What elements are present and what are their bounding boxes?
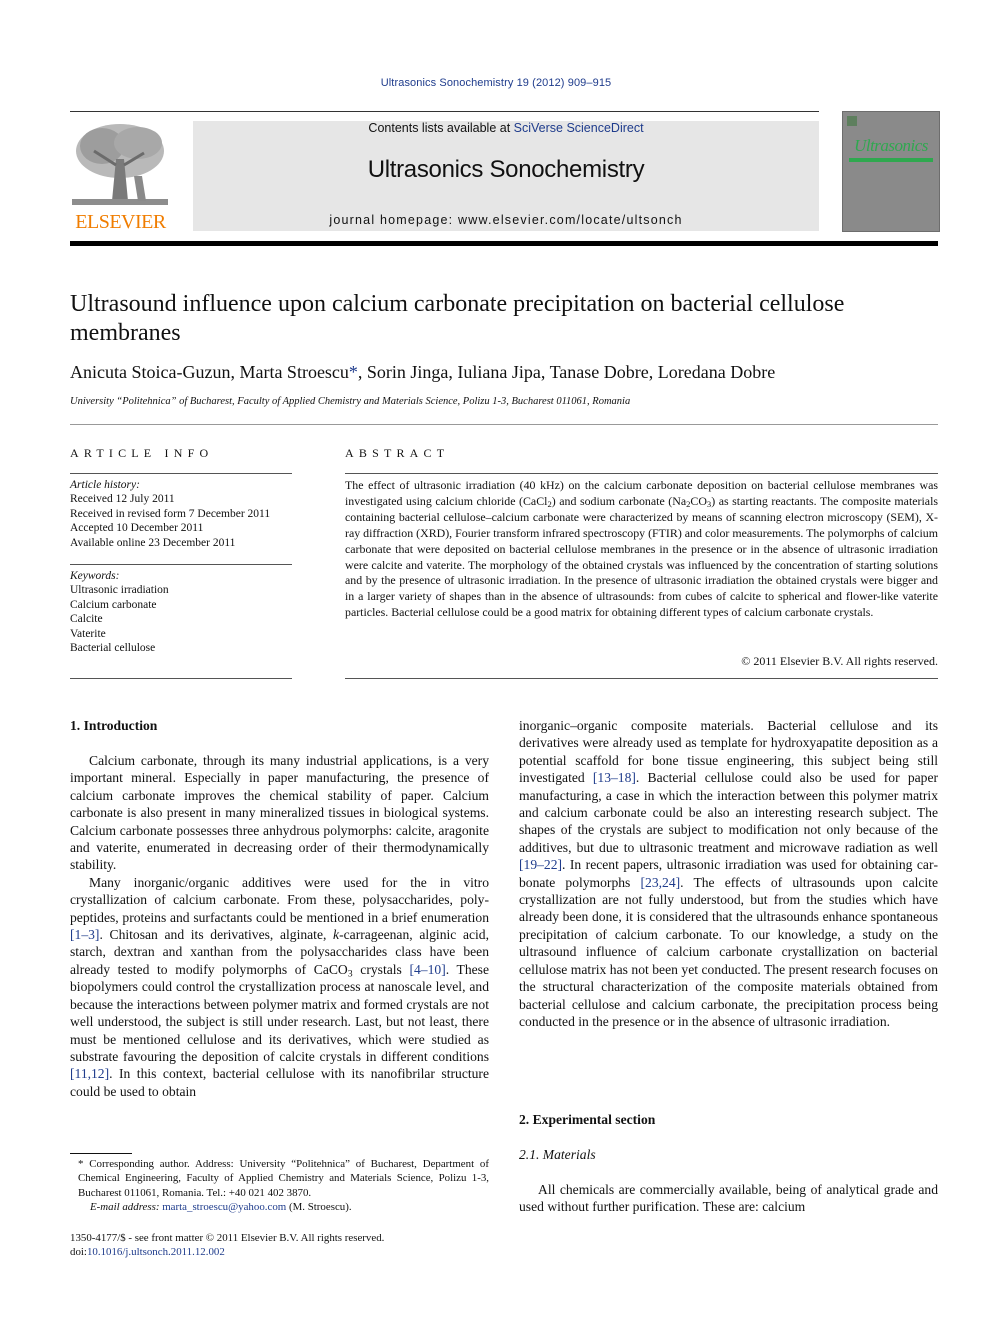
citation-link[interactable]: [23,24] xyxy=(641,875,681,890)
contents-prefix: Contents lists available at xyxy=(368,121,514,135)
email-link[interactable]: marta_stroescu@yahoo.com xyxy=(162,1201,286,1213)
doi-line: doi:10.1016/j.ultsonch.2011.12.002 xyxy=(70,1245,489,1259)
keywords-label: Keywords: xyxy=(70,570,120,582)
keyword-item: Calcium carbonate xyxy=(70,598,157,611)
cover-title: Ultrasonics xyxy=(854,136,928,155)
abstract-bottom-rule xyxy=(345,678,938,679)
article-history: Article history: Received 12 July 2011 R… xyxy=(70,478,300,550)
email-label: E-mail address: xyxy=(90,1201,163,1214)
journal-name: Ultrasonics Sonochemistry xyxy=(367,156,645,183)
corresponding-author-footnote: * Corresponding author. Address: Univers… xyxy=(70,1157,489,1215)
materials-column: All chemicals are commercially available… xyxy=(519,1181,938,1216)
email-suffix: (M. Stroescu). xyxy=(286,1201,352,1214)
homepage-link[interactable]: www.elsevier.com/locate/ultsonch xyxy=(458,213,683,227)
authors-part-1: Anicuta Stoica-Guzun, Marta Stroescu xyxy=(70,362,349,382)
text-run: . The effects of ultrasounds upon calcit… xyxy=(519,874,938,1029)
contents-line: Contents lists available at SciVerse Sci… xyxy=(193,121,819,135)
sciencedirect-link[interactable]: SciVerse ScienceDirect xyxy=(514,121,644,135)
affiliation: University “Politehnica” of Bucharest, F… xyxy=(70,396,631,407)
cover-tree-icon xyxy=(847,116,857,126)
section-heading-introduction: 1. Introduction xyxy=(70,718,158,733)
citation-link[interactable]: [13–18] xyxy=(593,770,636,785)
article-info-rule xyxy=(70,473,292,474)
keywords: Keywords: Ultrasonic irradiation Calcium… xyxy=(70,569,300,655)
elsevier-wordmark: ELSEVIER xyxy=(75,211,166,233)
doi-link[interactable]: 10.1016/j.ultsonch.2011.12.002 xyxy=(87,1246,225,1258)
subsection-heading-materials: 2.1. Materials xyxy=(519,1147,596,1162)
footnote-address: * Corresponding author. Address: Univers… xyxy=(70,1157,489,1200)
elsevier-logo[interactable]: ELSEVIER xyxy=(70,118,171,234)
affiliation-rule xyxy=(70,424,938,425)
homepage-prefix: journal homepage: xyxy=(329,213,459,227)
abstract-part: CO xyxy=(690,493,707,508)
journal-cover-thumbnail[interactable]: Ultrasonics xyxy=(842,111,940,232)
history-accepted: Accepted 10 December 2011 xyxy=(70,522,204,535)
materials-paragraph: All chemicals are commercially available… xyxy=(519,1182,938,1215)
top-rule xyxy=(70,111,819,112)
text-run: . These biopolymers could control the cr… xyxy=(70,961,490,1064)
abstract-copyright: © 2011 Elsevier B.V. All rights reserved… xyxy=(741,654,938,668)
text-run: . In this context, bacterial cellu­lose … xyxy=(70,1066,489,1099)
citation-link[interactable]: [11,12] xyxy=(70,1066,109,1081)
front-matter: 1350-4177/$ - see front matter © 2011 El… xyxy=(70,1231,489,1260)
cover-subtitle-bar xyxy=(849,158,933,162)
elsevier-tree-icon xyxy=(72,121,168,207)
corresponding-author-marker[interactable]: * xyxy=(349,362,358,382)
abstract-rule xyxy=(345,473,938,474)
text-run: crystals xyxy=(352,961,410,977)
citation-link[interactable]: [1–3] xyxy=(70,927,99,942)
keyword-item: Bacterial cellulose xyxy=(70,642,156,655)
citation-link[interactable]: [4–10] xyxy=(409,962,445,977)
intro-paragraph-1: Calcium carbonate, through its many indu… xyxy=(70,753,489,873)
keyword-item: Calcite xyxy=(70,613,103,626)
footnote-email-line: E-mail address: marta_stroescu@yahoo.com… xyxy=(70,1200,489,1214)
journal-masthead: Contents lists available at SciVerse Sci… xyxy=(193,121,819,231)
keyword-item: Vaterite xyxy=(70,627,106,640)
abstract-text: The effect of ultrasonic irradiation (40… xyxy=(345,478,938,621)
history-revised: Received in revised form 7 December 2011 xyxy=(70,507,271,520)
running-header[interactable]: Ultrasonics Sonochemistry 19 (2012) 909–… xyxy=(0,77,992,89)
article-info-heading: ARTICLE INFO xyxy=(70,446,214,460)
homepage-line: journal homepage: www.elsevier.com/locat… xyxy=(193,213,819,227)
history-online: Available online 23 December 2011 xyxy=(70,536,236,549)
footnote-text: Corresponding author. Address: Universit… xyxy=(78,1158,489,1199)
authors-part-2: , Sorin Jinga, Iuliana Jipa, Tanase Dobr… xyxy=(357,362,776,382)
abstract-heading: ABSTRACT xyxy=(345,446,450,460)
doi-prefix: doi: xyxy=(70,1246,87,1259)
intro-paragraph-2: Many inorganic/organic additives were us… xyxy=(70,874,489,1100)
text-run: . Chitosan and its derivatives, alginate… xyxy=(99,927,334,943)
citation-link[interactable]: [19–22] xyxy=(519,857,562,872)
text-run: Many inorganic/organic additives were us… xyxy=(70,874,489,925)
body-left-column: Calcium carbonate, through its many indu… xyxy=(70,752,489,1100)
footnote-rule xyxy=(70,1153,132,1154)
masthead-thick-rule xyxy=(70,241,938,246)
front-matter-line: 1350-4177/$ - see front matter © 2011 El… xyxy=(70,1232,385,1244)
keyword-item: Ultrasonic irradiation xyxy=(70,584,169,597)
author-list: Anicuta Stoica-Guzun, Marta Stroescu*, S… xyxy=(70,362,930,383)
history-received: Received 12 July 2011 xyxy=(70,493,175,506)
history-label: Article history: xyxy=(70,479,140,491)
intro-paragraph-continued: inorganic–organic composite materials. B… xyxy=(519,717,938,1030)
abstract-part: ) and sodium carbonate (Na xyxy=(551,493,687,508)
article-info-bottom-rule xyxy=(70,678,292,679)
body-right-column: inorganic–organic composite materials. B… xyxy=(519,717,938,1030)
section-heading-experimental: 2. Experimental section xyxy=(519,1112,656,1127)
article-title: Ultrasound influence upon calcium carbon… xyxy=(70,291,845,346)
keywords-rule xyxy=(70,564,292,565)
abstract-part: ) as starting reactants. The composite m… xyxy=(345,493,938,620)
